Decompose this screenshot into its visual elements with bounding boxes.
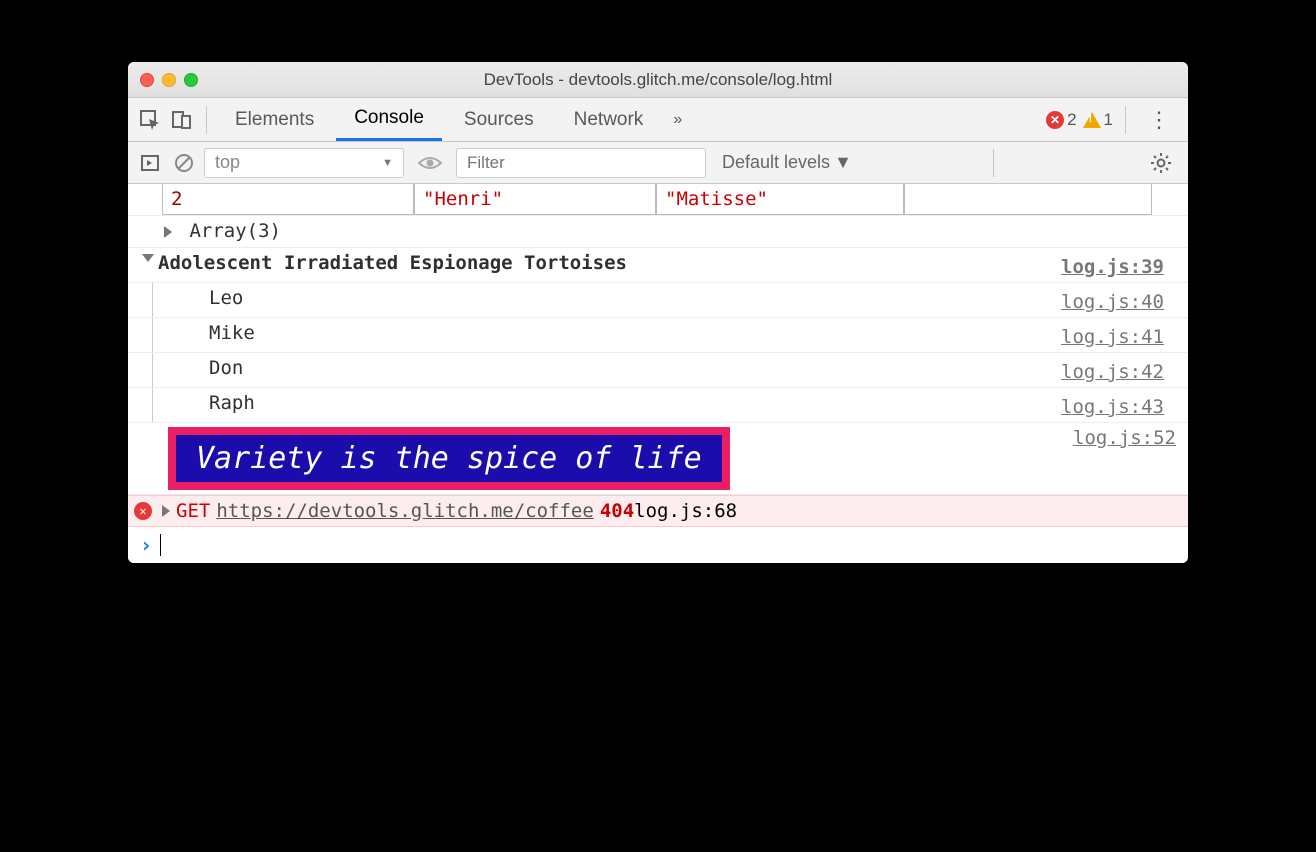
context-selector[interactable]: top xyxy=(204,148,404,178)
inspect-element-icon[interactable] xyxy=(136,106,164,134)
tab-elements[interactable]: Elements xyxy=(217,98,332,141)
http-status: 404 xyxy=(600,500,634,522)
error-icon: ✕ xyxy=(134,502,152,520)
log-row[interactable]: Leo log.js:40 xyxy=(128,283,1188,318)
titlebar: DevTools - devtools.glitch.me/console/lo… xyxy=(128,62,1188,98)
more-tabs-icon[interactable]: » xyxy=(665,111,690,129)
error-count: 2 xyxy=(1067,110,1076,130)
error-log-row[interactable]: ✕ GET https://devtools.glitch.me/coffee … xyxy=(128,495,1188,527)
filter-input[interactable] xyxy=(456,148,706,178)
divider xyxy=(1125,106,1126,134)
array-label: Array(3) xyxy=(189,220,281,242)
source-link[interactable]: log.js:68 xyxy=(634,500,737,522)
context-value: top xyxy=(215,152,240,173)
styled-text: Variety is the spice of life xyxy=(176,435,722,482)
expand-icon[interactable] xyxy=(164,226,172,238)
console-prompt[interactable]: › xyxy=(128,527,1188,563)
cursor xyxy=(160,534,161,556)
tab-console[interactable]: Console xyxy=(336,98,442,141)
source-link[interactable]: log.js:52 xyxy=(1073,423,1188,494)
settings-icon[interactable] xyxy=(1142,152,1180,174)
styled-box: Variety is the spice of life xyxy=(168,427,730,490)
source-link[interactable]: log.js:43 xyxy=(1061,392,1176,418)
http-method: GET xyxy=(176,500,210,522)
console-toolbar: top Default levels ▼ xyxy=(128,142,1188,184)
styled-log-row[interactable]: Variety is the spice of life log.js:52 xyxy=(128,423,1188,495)
log-levels-selector[interactable]: Default levels ▼ xyxy=(722,152,852,173)
source-link[interactable]: log.js:40 xyxy=(1061,287,1176,313)
tab-network[interactable]: Network xyxy=(556,98,662,141)
warning-count-badge[interactable]: 1 xyxy=(1083,110,1113,130)
cell-last: "Matisse" xyxy=(656,184,904,215)
window-title: DevTools - devtools.glitch.me/console/lo… xyxy=(128,70,1188,90)
cell-first: "Henri" xyxy=(414,184,656,215)
chevron-down-icon: ▼ xyxy=(834,152,852,173)
group-header-row[interactable]: Adolescent Irradiated Espionage Tortoise… xyxy=(128,248,1188,283)
warning-count: 1 xyxy=(1104,110,1113,130)
log-text: Leo xyxy=(209,287,243,313)
show-sidebar-icon[interactable] xyxy=(136,149,164,177)
more-menu-icon[interactable]: ⋮ xyxy=(1138,107,1180,133)
warning-icon xyxy=(1083,112,1101,128)
main-tabbar: Elements Console Sources Network » ✕ 2 1… xyxy=(128,98,1188,142)
table-row[interactable]: 2 "Henri" "Matisse" xyxy=(128,184,1188,216)
log-text: Don xyxy=(209,357,243,383)
cell-index: 2 xyxy=(162,184,414,215)
devtools-window: DevTools - devtools.glitch.me/console/lo… xyxy=(128,62,1188,563)
levels-label: Default levels xyxy=(722,152,830,173)
log-row[interactable]: Mike log.js:41 xyxy=(128,318,1188,353)
divider xyxy=(206,106,207,134)
log-row[interactable]: Raph log.js:43 xyxy=(128,388,1188,423)
collapse-icon[interactable] xyxy=(142,254,154,262)
group-title: Adolescent Irradiated Espionage Tortoise… xyxy=(158,252,627,278)
log-row[interactable]: Don log.js:42 xyxy=(128,353,1188,388)
console-output: 2 "Henri" "Matisse" Array(3) Adolescent … xyxy=(128,184,1188,563)
live-expression-icon[interactable] xyxy=(410,155,450,171)
source-link[interactable]: log.js:42 xyxy=(1061,357,1176,383)
error-icon: ✕ xyxy=(1046,111,1064,129)
source-link[interactable]: log.js:39 xyxy=(1061,252,1176,278)
error-count-badge[interactable]: ✕ 2 xyxy=(1046,110,1076,130)
expand-icon[interactable] xyxy=(162,505,170,517)
tab-sources[interactable]: Sources xyxy=(446,98,552,141)
prompt-icon: › xyxy=(140,533,152,557)
device-toggle-icon[interactable] xyxy=(168,106,196,134)
cell-empty xyxy=(904,184,1152,215)
log-text: Raph xyxy=(209,392,255,418)
clear-console-icon[interactable] xyxy=(170,149,198,177)
error-url[interactable]: https://devtools.glitch.me/coffee xyxy=(216,500,594,522)
divider xyxy=(993,149,994,177)
source-link[interactable]: log.js:41 xyxy=(1061,322,1176,348)
array-summary-row[interactable]: Array(3) xyxy=(128,216,1188,248)
log-text: Mike xyxy=(209,322,255,348)
